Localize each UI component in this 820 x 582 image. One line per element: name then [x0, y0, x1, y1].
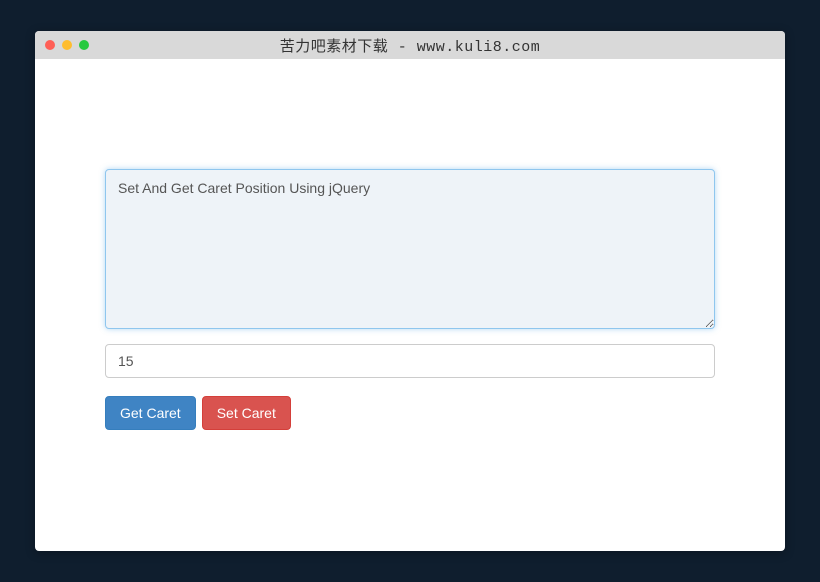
traffic-lights	[45, 40, 89, 50]
caret-textarea[interactable]	[105, 169, 715, 329]
app-window: 苦力吧素材下载 - www.kuli8.com Get Caret Set Ca…	[35, 31, 785, 551]
close-icon[interactable]	[45, 40, 55, 50]
titlebar: 苦力吧素材下载 - www.kuli8.com	[35, 31, 785, 59]
button-row: Get Caret Set Caret	[105, 396, 715, 430]
maximize-icon[interactable]	[79, 40, 89, 50]
set-caret-button[interactable]: Set Caret	[202, 396, 291, 430]
get-caret-button[interactable]: Get Caret	[105, 396, 196, 430]
minimize-icon[interactable]	[62, 40, 72, 50]
content-area: Get Caret Set Caret	[35, 59, 785, 470]
window-title: 苦力吧素材下载 - www.kuli8.com	[45, 35, 775, 56]
caret-position-input[interactable]	[105, 344, 715, 378]
